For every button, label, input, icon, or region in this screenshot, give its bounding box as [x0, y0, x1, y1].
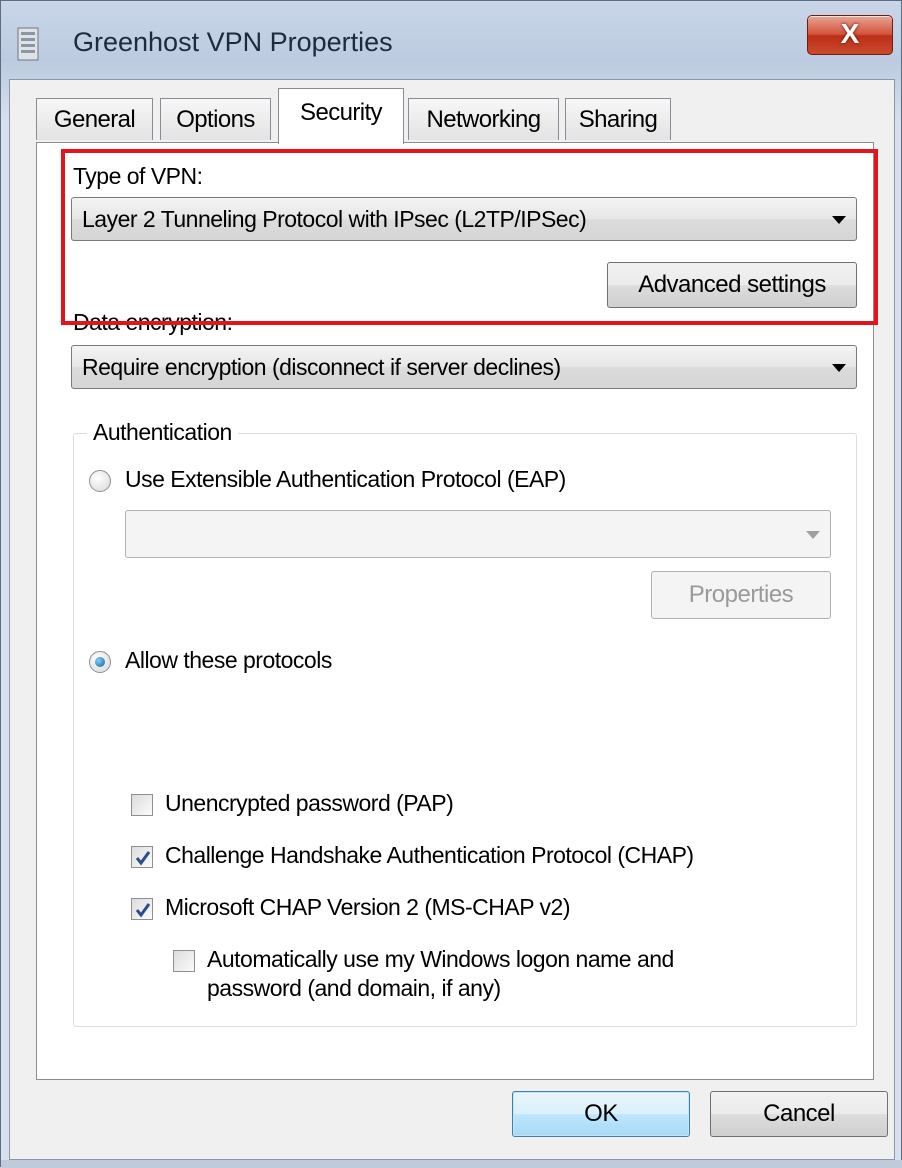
auto-logon-checkbox[interactable] — [173, 950, 195, 972]
data-encryption-value: Require encryption (disconnect if server… — [82, 354, 561, 380]
allow-protocols-label[interactable]: Allow these protocols — [125, 647, 332, 674]
tab-general[interactable]: General — [36, 98, 153, 140]
checkmark-icon — [135, 851, 151, 866]
mschapv2-checkbox[interactable] — [131, 898, 153, 920]
data-encryption-label: Data encryption: — [73, 309, 233, 335]
advanced-settings-button[interactable]: Advanced settings — [607, 262, 857, 308]
eap-properties-button[interactable]: Properties — [651, 571, 831, 619]
mschapv2-label[interactable]: Microsoft CHAP Version 2 (MS-CHAP v2) — [165, 894, 571, 921]
window-title: Greenhost VPN Properties — [73, 27, 393, 57]
chap-label[interactable]: Challenge Handshake Authentication Proto… — [165, 842, 694, 869]
network-connection-icon — [17, 27, 39, 61]
eap-radio[interactable] — [89, 470, 111, 492]
eap-method-dropdown[interactable] — [125, 510, 831, 558]
auto-logon-label-line1[interactable]: Automatically use my Windows logon name … — [207, 946, 674, 973]
data-encryption-dropdown[interactable]: Require encryption (disconnect if server… — [71, 345, 857, 389]
chevron-down-icon — [806, 531, 820, 539]
tab-networking[interactable]: Networking — [408, 98, 559, 140]
radio-selected-dot — [95, 657, 105, 667]
chap-checkbox[interactable] — [131, 846, 153, 868]
allow-protocols-radio[interactable] — [89, 651, 111, 673]
tab-options[interactable]: Options — [160, 98, 271, 140]
authentication-group-title: Authentication — [87, 419, 238, 446]
tab-sharing[interactable]: Sharing — [565, 98, 671, 140]
pap-checkbox[interactable] — [131, 794, 153, 816]
checkmark-icon — [135, 903, 151, 918]
chevron-down-icon — [832, 364, 846, 372]
close-button[interactable]: X — [807, 15, 893, 55]
title-bar[interactable]: Greenhost VPN Properties X — [1, 1, 901, 79]
vpn-type-label: Type of VPN: — [73, 163, 203, 189]
pap-label[interactable]: Unencrypted password (PAP) — [165, 790, 454, 817]
cancel-button[interactable]: Cancel — [710, 1091, 888, 1137]
dialog-window: Greenhost VPN Properties X General Optio… — [0, 0, 902, 1168]
vpn-type-dropdown[interactable]: Layer 2 Tunneling Protocol with IPsec (L… — [71, 197, 857, 241]
auto-logon-label-line2[interactable]: password (and domain, if any) — [207, 975, 501, 1002]
tab-strip: General Options Security Networking Shar… — [10, 80, 894, 146]
ok-button[interactable]: OK — [512, 1091, 690, 1137]
close-icon: X — [840, 18, 860, 49]
tab-security[interactable]: Security — [278, 88, 404, 144]
vpn-type-value: Layer 2 Tunneling Protocol with IPsec (L… — [82, 206, 587, 232]
eap-radio-label[interactable]: Use Extensible Authentication Protocol (… — [125, 466, 566, 493]
chevron-down-icon — [832, 216, 846, 224]
